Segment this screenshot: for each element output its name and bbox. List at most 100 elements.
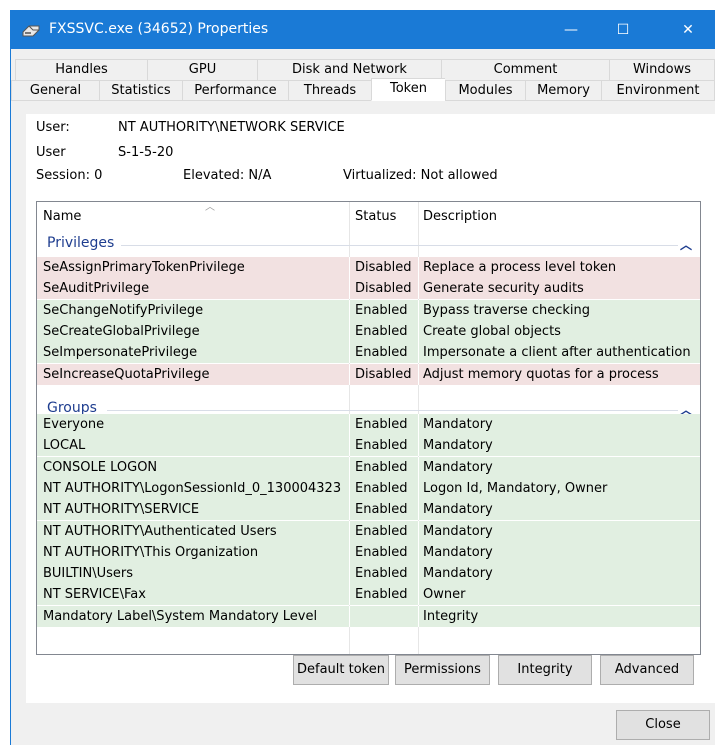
close-button[interactable]: Close [616, 710, 710, 740]
list-item[interactable]: Everyone Enabled Mandatory [37, 414, 700, 435]
cell-description: Mandatory [423, 566, 493, 582]
cell-status: Enabled [355, 438, 408, 454]
permissions-button[interactable]: Permissions [395, 655, 490, 685]
cell-name: SeIncreaseQuotaPrivilege [43, 366, 210, 382]
user-value: NT AUTHORITY\NETWORK SERVICE [118, 120, 345, 135]
user-label: User: [36, 120, 70, 135]
cell-separator [418, 563, 419, 585]
list-item[interactable]: SeChangeNotifyPrivilege Enabled Bypass tra… [37, 299, 700, 321]
default-token-button[interactable]: Default token [293, 655, 389, 685]
virtualized-text: Virtualized: Not allowed [343, 168, 498, 183]
tab-performance[interactable]: Performance [182, 80, 288, 101]
cell-status: Enabled [355, 459, 408, 475]
cell-status: Enabled [355, 480, 408, 496]
column-header-status[interactable]: Status [355, 202, 396, 232]
cell-separator [418, 278, 419, 300]
cell-separator [349, 320, 350, 342]
cell-separator [418, 435, 419, 457]
token-list[interactable]: Name ︿ Status Description Privileges ︿ S… [36, 201, 701, 655]
cell-separator [418, 363, 419, 385]
tab-gpu[interactable]: GPU [147, 59, 257, 80]
list-item[interactable]: SeAssignPrimaryTokenPrivilege Disabled Rep… [37, 257, 700, 278]
cell-separator [418, 342, 419, 364]
cell-separator [418, 541, 419, 563]
list-item[interactable]: Mandatory Label\System Mandatory Level In… [37, 605, 700, 627]
collapse-icon[interactable]: ︿ [680, 236, 692, 253]
cell-separator [418, 320, 419, 342]
advanced-button[interactable]: Advanced [600, 655, 694, 685]
tab-memory[interactable]: Memory [525, 80, 601, 101]
list-item[interactable]: LOCAL Enabled Mandatory [37, 435, 700, 457]
list-item[interactable]: NT SERVICE\Fax Enabled Owner [37, 584, 700, 606]
tab-comment[interactable]: Comment [441, 59, 609, 80]
properties-window: FXSSVC.exe (34652) Properties — ☐ ✕ Hand… [10, 10, 715, 745]
cell-description: Mandatory [423, 502, 493, 518]
group-divider [107, 410, 678, 411]
cell-description: Adjust memory quotas for a process [423, 366, 659, 382]
list-item[interactable]: SeIncreaseQuotaPrivilege Disabled Adjust m… [37, 363, 700, 385]
tab-modules[interactable]: Modules [445, 80, 525, 101]
cell-name: NT SERVICE\Fax [43, 587, 146, 603]
group-header-privileges[interactable]: Privileges ︿ [37, 234, 700, 256]
cell-description: Logon Id, Mandatory, Owner [423, 480, 608, 496]
column-header-description[interactable]: Description [423, 202, 497, 232]
tab-threads[interactable]: Threads [288, 80, 371, 101]
cell-description: Mandatory [423, 523, 493, 539]
cell-description: Replace a process level token [423, 260, 617, 275]
cell-status: Enabled [355, 302, 408, 318]
minimize-button[interactable]: — [548, 11, 594, 49]
cell-separator [349, 435, 350, 457]
cell-name: LOCAL [43, 438, 86, 454]
cell-separator [349, 499, 350, 521]
cell-description: Create global objects [423, 323, 561, 339]
tab-token[interactable]: Token [371, 78, 445, 101]
tab-handles[interactable]: Handles [15, 59, 147, 80]
cell-separator [349, 342, 350, 364]
cell-separator [349, 541, 350, 563]
list-item[interactable]: SeAuditPrivilege Disabled Generate securit… [37, 278, 700, 300]
column-header-name[interactable]: Name [43, 202, 81, 232]
list-item[interactable]: NT AUTHORITY\LogonSessionId_0_130004323 E… [37, 477, 700, 499]
cell-separator [349, 414, 350, 435]
list-item[interactable]: SeImpersonatePrivilege Enabled Impersonate… [37, 342, 700, 364]
sort-caret-icon: ︿ [205, 202, 215, 213]
close-window-button[interactable]: ✕ [665, 11, 711, 49]
cell-separator [349, 477, 350, 499]
cell-separator [418, 584, 419, 606]
list-item[interactable]: SeCreateGlobalPrivilege Enabled Create glo… [37, 320, 700, 342]
tab-environment[interactable]: Environment [601, 80, 715, 101]
cell-separator [349, 299, 350, 321]
list-item[interactable]: NT AUTHORITY\Authenticated Users Enabled M… [37, 520, 700, 542]
cell-status: Disabled [355, 366, 412, 382]
cell-name: NT AUTHORITY\LogonSessionId_0_130004323 [43, 480, 342, 496]
maximize-button[interactable]: ☐ [600, 11, 646, 49]
cell-separator [349, 278, 350, 300]
cell-description: Mandatory [423, 459, 493, 475]
cell-name: SeChangeNotifyPrivilege [43, 302, 204, 318]
cell-status: Disabled [355, 260, 412, 275]
tab-statistics[interactable]: Statistics [99, 80, 182, 101]
tab-disk-and-network[interactable]: Disk and Network [257, 59, 441, 80]
tab-windows[interactable]: Windows [609, 59, 715, 80]
list-item[interactable]: NT AUTHORITY\This Organization Enabled Man… [37, 541, 700, 563]
cell-separator [349, 563, 350, 585]
cell-name: SeAssignPrimaryTokenPrivilege [43, 260, 245, 275]
tab-general[interactable]: General [11, 80, 99, 101]
app-icon [22, 25, 40, 37]
cell-separator [418, 477, 419, 499]
list-item[interactable]: BUILTIN\Users Enabled Mandatory [37, 563, 700, 585]
title-bar[interactable]: FXSSVC.exe (34652) Properties — ☐ ✕ [11, 11, 715, 49]
list-item[interactable]: CONSOLE LOGON Enabled Mandatory [37, 456, 700, 478]
cell-name: SeImpersonatePrivilege [43, 345, 198, 361]
cell-description: Mandatory [423, 544, 493, 560]
cell-status: Enabled [355, 587, 408, 603]
list-item[interactable]: NT AUTHORITY\SERVICE Enabled Mandatory [37, 499, 700, 521]
cell-description: Bypass traverse checking [423, 302, 591, 318]
cell-separator [349, 456, 350, 478]
cell-name: SeAuditPrivilege [43, 281, 150, 297]
integrity-button[interactable]: Integrity [498, 655, 592, 685]
cell-description: Owner [423, 587, 466, 603]
cell-status: Enabled [355, 523, 408, 539]
cell-name: Everyone [43, 417, 105, 432]
cell-separator [349, 605, 350, 627]
